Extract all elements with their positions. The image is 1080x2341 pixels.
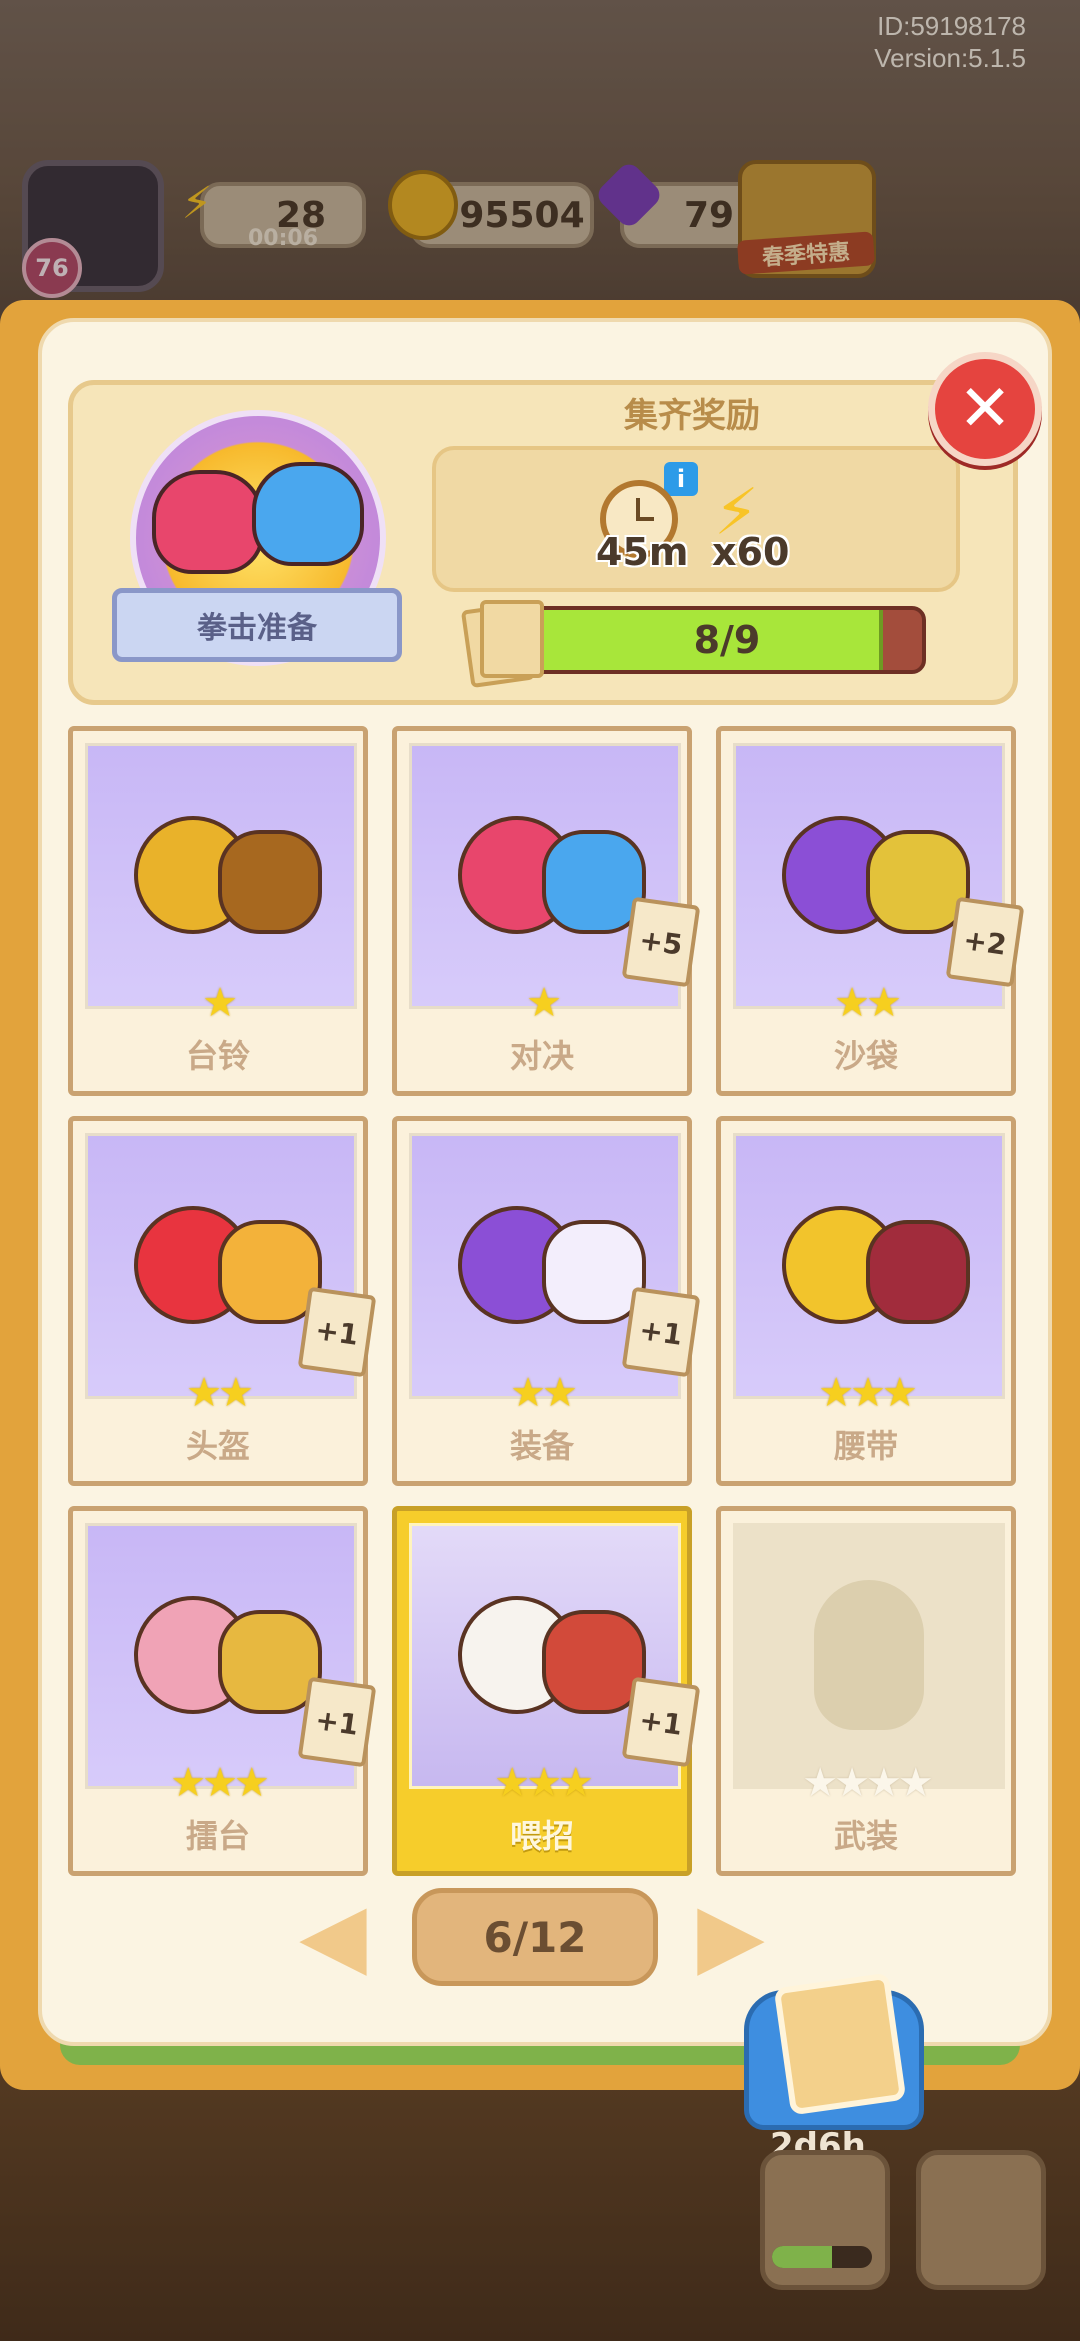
progress-text: 8/9 [693,618,761,662]
info-icon[interactable]: i [664,462,698,496]
card-star-rating: ★★ [397,1371,687,1415]
locked-silhouette [814,1580,924,1730]
card-artwork [733,1133,1005,1399]
chevron-left-icon: ◀ [299,1882,367,1986]
star-icon: ★ [557,1760,594,1806]
card-name: 沙袋 [833,1037,898,1075]
duplicate-count-badge: +5 [621,896,701,988]
card-name: 腰带 [833,1427,898,1465]
collection-card[interactable]: ★★ 沙袋 +2 [716,726,1025,1096]
card-star-rating: ★★★ [73,1761,363,1805]
card-star-rating: ★★★★ [721,1761,1011,1805]
card-name: 武装 [833,1817,898,1855]
card-star-rating: ★ [73,981,363,1025]
album-name: 拳击准备 [112,588,402,662]
card-artwork [733,1523,1005,1789]
star-icon: ★ [850,1370,886,1416]
card-art-shape [218,830,322,934]
star-icon: ★ [526,1760,562,1806]
collection-card[interactable]: ★ 对决 +5 [392,726,701,1096]
star-icon: ★ [494,1760,530,1806]
collection-card[interactable]: ★★★★ 武装 [716,1506,1016,1876]
card-artwork [85,743,357,1009]
collection-card[interactable]: ★ 台铃 [68,726,368,1096]
blue-glove-icon [252,462,364,566]
cards-shortcut-tile[interactable] [760,2150,890,2290]
star-icon: ★ [834,1760,870,1806]
completion-reward-title: 集齐奖励 [624,396,760,436]
energy-reward-value: x60 [712,530,790,574]
time-reward-value: 45m [596,530,689,574]
star-icon: ★ [170,1760,206,1806]
prev-page-button[interactable]: ◀ [298,1883,368,1986]
star-icon: ★ [818,1370,854,1416]
duplicate-count-badge: +1 [621,1676,701,1768]
star-icon: ★ [834,980,870,1026]
red-glove-icon [152,470,264,574]
album-card-icon [773,1972,907,2116]
collection-card[interactable]: ★★★ 擂台 +1 [68,1506,377,1876]
page-indicator: 6/12 [412,1888,658,1986]
card-star-rating: ★★ [73,1371,363,1415]
card-star-rating: ★★ [721,981,1011,1025]
card-name: 头盔 [185,1427,250,1465]
duplicate-count-badge: +1 [297,1286,377,1378]
star-icon: ★ [510,1370,546,1416]
duplicate-count-badge: +2 [945,896,1025,988]
card-art-shape [866,1220,970,1324]
card-name: 装备 [509,1427,574,1465]
duplicate-count-badge: +1 [621,1286,701,1378]
star-icon: ★ [866,980,902,1026]
collection-card[interactable]: ★★ 装备 +1 [392,1116,701,1486]
star-icon: ★ [866,1760,902,1806]
card-star-rating: ★ [397,981,687,1025]
star-icon: ★ [802,1760,838,1806]
collection-card[interactable]: ★★ 头盔 +1 [68,1116,377,1486]
star-icon: ★ [881,1370,918,1416]
duplicate-count-badge: +1 [297,1676,377,1768]
star-icon: ★ [526,980,562,1026]
close-button[interactable]: ✕ [928,352,1042,466]
star-icon: ★ [897,1760,934,1806]
card-name: 台铃 [185,1037,250,1075]
collection-card[interactable]: ★★★ 喂招 +1 [392,1506,701,1876]
close-icon: ✕ [958,372,1012,446]
collection-progress-bar: 8/9 [528,606,926,674]
next-page-button[interactable]: ▶ [696,1883,766,1986]
star-icon: ★ [202,1760,238,1806]
event-progress-bar [772,2246,872,2268]
star-icon: ★ [542,1370,578,1416]
album-emblem: 拳击准备 [112,410,402,690]
card-stack-icon [460,596,544,689]
star-icon: ★ [202,980,238,1026]
star-icon: ★ [186,1370,222,1416]
friends-shortcut-tile[interactable] [916,2150,1046,2290]
chevron-right-icon: ▶ [697,1882,765,1986]
card-name: 喂招 [509,1817,574,1855]
collection-card[interactable]: ★★★ 腰带 [716,1116,1016,1486]
card-star-rating: ★★★ [721,1371,1011,1415]
star-icon: ★ [233,1760,270,1806]
card-name: 擂台 [185,1817,250,1855]
card-name: 对决 [509,1037,574,1075]
card-star-rating: ★★★ [397,1761,687,1805]
star-icon: ★ [218,1370,254,1416]
